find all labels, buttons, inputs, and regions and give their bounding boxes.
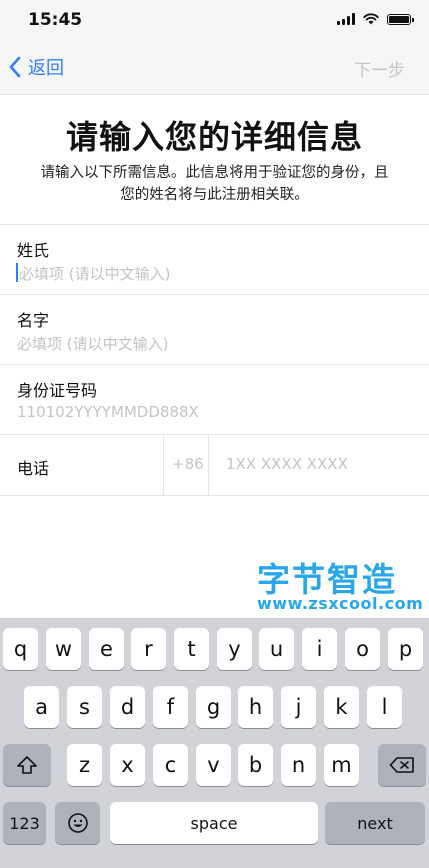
shift-icon — [17, 756, 37, 774]
key-w[interactable]: w — [46, 628, 81, 670]
key-a[interactable]: a — [24, 686, 59, 728]
id-number-label: 身份证号码 — [17, 381, 98, 400]
surname-field[interactable]: 姓氏 必填项 (请以中文输入) — [0, 224, 429, 294]
key-x[interactable]: x — [110, 744, 145, 786]
key-t[interactable]: t — [174, 628, 209, 670]
subtitle-line-1: 请输入以下所需信息。此信息将用于验证您的身份，且 — [40, 165, 389, 181]
signal-icon — [337, 13, 355, 25]
key-i[interactable]: i — [302, 628, 337, 670]
watermark: 字节智造 www.zsxcool.com — [255, 553, 425, 615]
key-o[interactable]: o — [345, 628, 380, 670]
phone-input[interactable]: 1XX XXXX XXXX — [226, 455, 348, 473]
battery-icon — [387, 13, 414, 25]
phone-field[interactable]: 电话 +86 1XX XXXX XXXX — [0, 434, 429, 496]
id-number-field[interactable]: 身份证号码 110102YYYYMMDD888X — [0, 364, 429, 434]
key-v[interactable]: v — [196, 744, 231, 786]
key-l[interactable]: l — [367, 686, 402, 728]
emoji-icon — [67, 813, 88, 833]
page-title: 请输入您的详细信息 — [65, 118, 363, 156]
key-e[interactable]: e — [89, 628, 124, 670]
text-cursor — [16, 263, 18, 282]
given-name-field[interactable]: 名字 必填项 (请以中文输入) — [0, 294, 429, 364]
next-key[interactable]: next — [325, 802, 425, 844]
given-name-input[interactable]: 必填项 (请以中文输入) — [17, 333, 168, 354]
key-p[interactable]: p — [388, 628, 423, 670]
status-time: 15:45 — [28, 10, 83, 30]
key-g[interactable]: g — [196, 686, 231, 728]
keyboard: q w e r t y u i o p a s d f g h j k l z … — [0, 618, 429, 868]
key-c[interactable]: c — [153, 744, 188, 786]
registration-form: 姓氏 必填项 (请以中文输入) 名字 必填项 (请以中文输入) 身份证号码 11… — [0, 224, 429, 496]
country-code-selector[interactable]: +86 — [163, 435, 209, 495]
surname-input[interactable]: 必填项 (请以中文输入) — [19, 263, 170, 284]
subtitle-line-2: 您的姓名将与此注册相关联。 — [120, 187, 309, 203]
country-code: +86 — [172, 455, 204, 473]
key-u[interactable]: u — [259, 628, 294, 670]
key-s[interactable]: s — [67, 686, 102, 728]
key-b[interactable]: b — [238, 744, 273, 786]
shift-key[interactable] — [3, 744, 51, 786]
wifi-icon — [363, 13, 379, 25]
surname-label: 姓氏 — [17, 241, 50, 260]
numbers-key[interactable]: 123 — [3, 802, 46, 844]
id-number-input[interactable]: 110102YYYYMMDD888X — [17, 403, 199, 421]
key-m[interactable]: m — [324, 744, 359, 786]
phone-label: 电话 — [17, 459, 50, 478]
navigation-bar: 返回 下一步 — [0, 40, 429, 95]
key-f[interactable]: f — [153, 686, 188, 728]
key-j[interactable]: j — [281, 686, 316, 728]
key-y[interactable]: y — [217, 628, 252, 670]
key-z[interactable]: z — [67, 744, 102, 786]
status-icons — [337, 13, 414, 25]
watermark-url: www.zsxcool.com — [257, 594, 424, 613]
back-button[interactable]: 返回 — [8, 54, 64, 80]
key-n[interactable]: n — [281, 744, 316, 786]
key-d[interactable]: d — [110, 686, 145, 728]
key-h[interactable]: h — [238, 686, 273, 728]
back-button-label: 返回 — [28, 58, 64, 79]
next-step-button[interactable]: 下一步 — [354, 56, 405, 81]
key-r[interactable]: r — [131, 628, 166, 670]
chevron-left-icon — [9, 56, 21, 78]
given-name-label: 名字 — [17, 311, 50, 330]
space-key[interactable]: space — [110, 802, 318, 844]
key-k[interactable]: k — [324, 686, 359, 728]
status-bar: 15:45 — [0, 0, 429, 40]
page-subtitle: 请输入以下所需信息。此信息将用于验证您的身份，且 您的姓名将与此注册相关联。 — [18, 162, 411, 206]
delete-icon — [389, 757, 414, 773]
delete-key[interactable] — [378, 744, 426, 786]
emoji-key[interactable] — [55, 802, 100, 844]
key-q[interactable]: q — [3, 628, 38, 670]
